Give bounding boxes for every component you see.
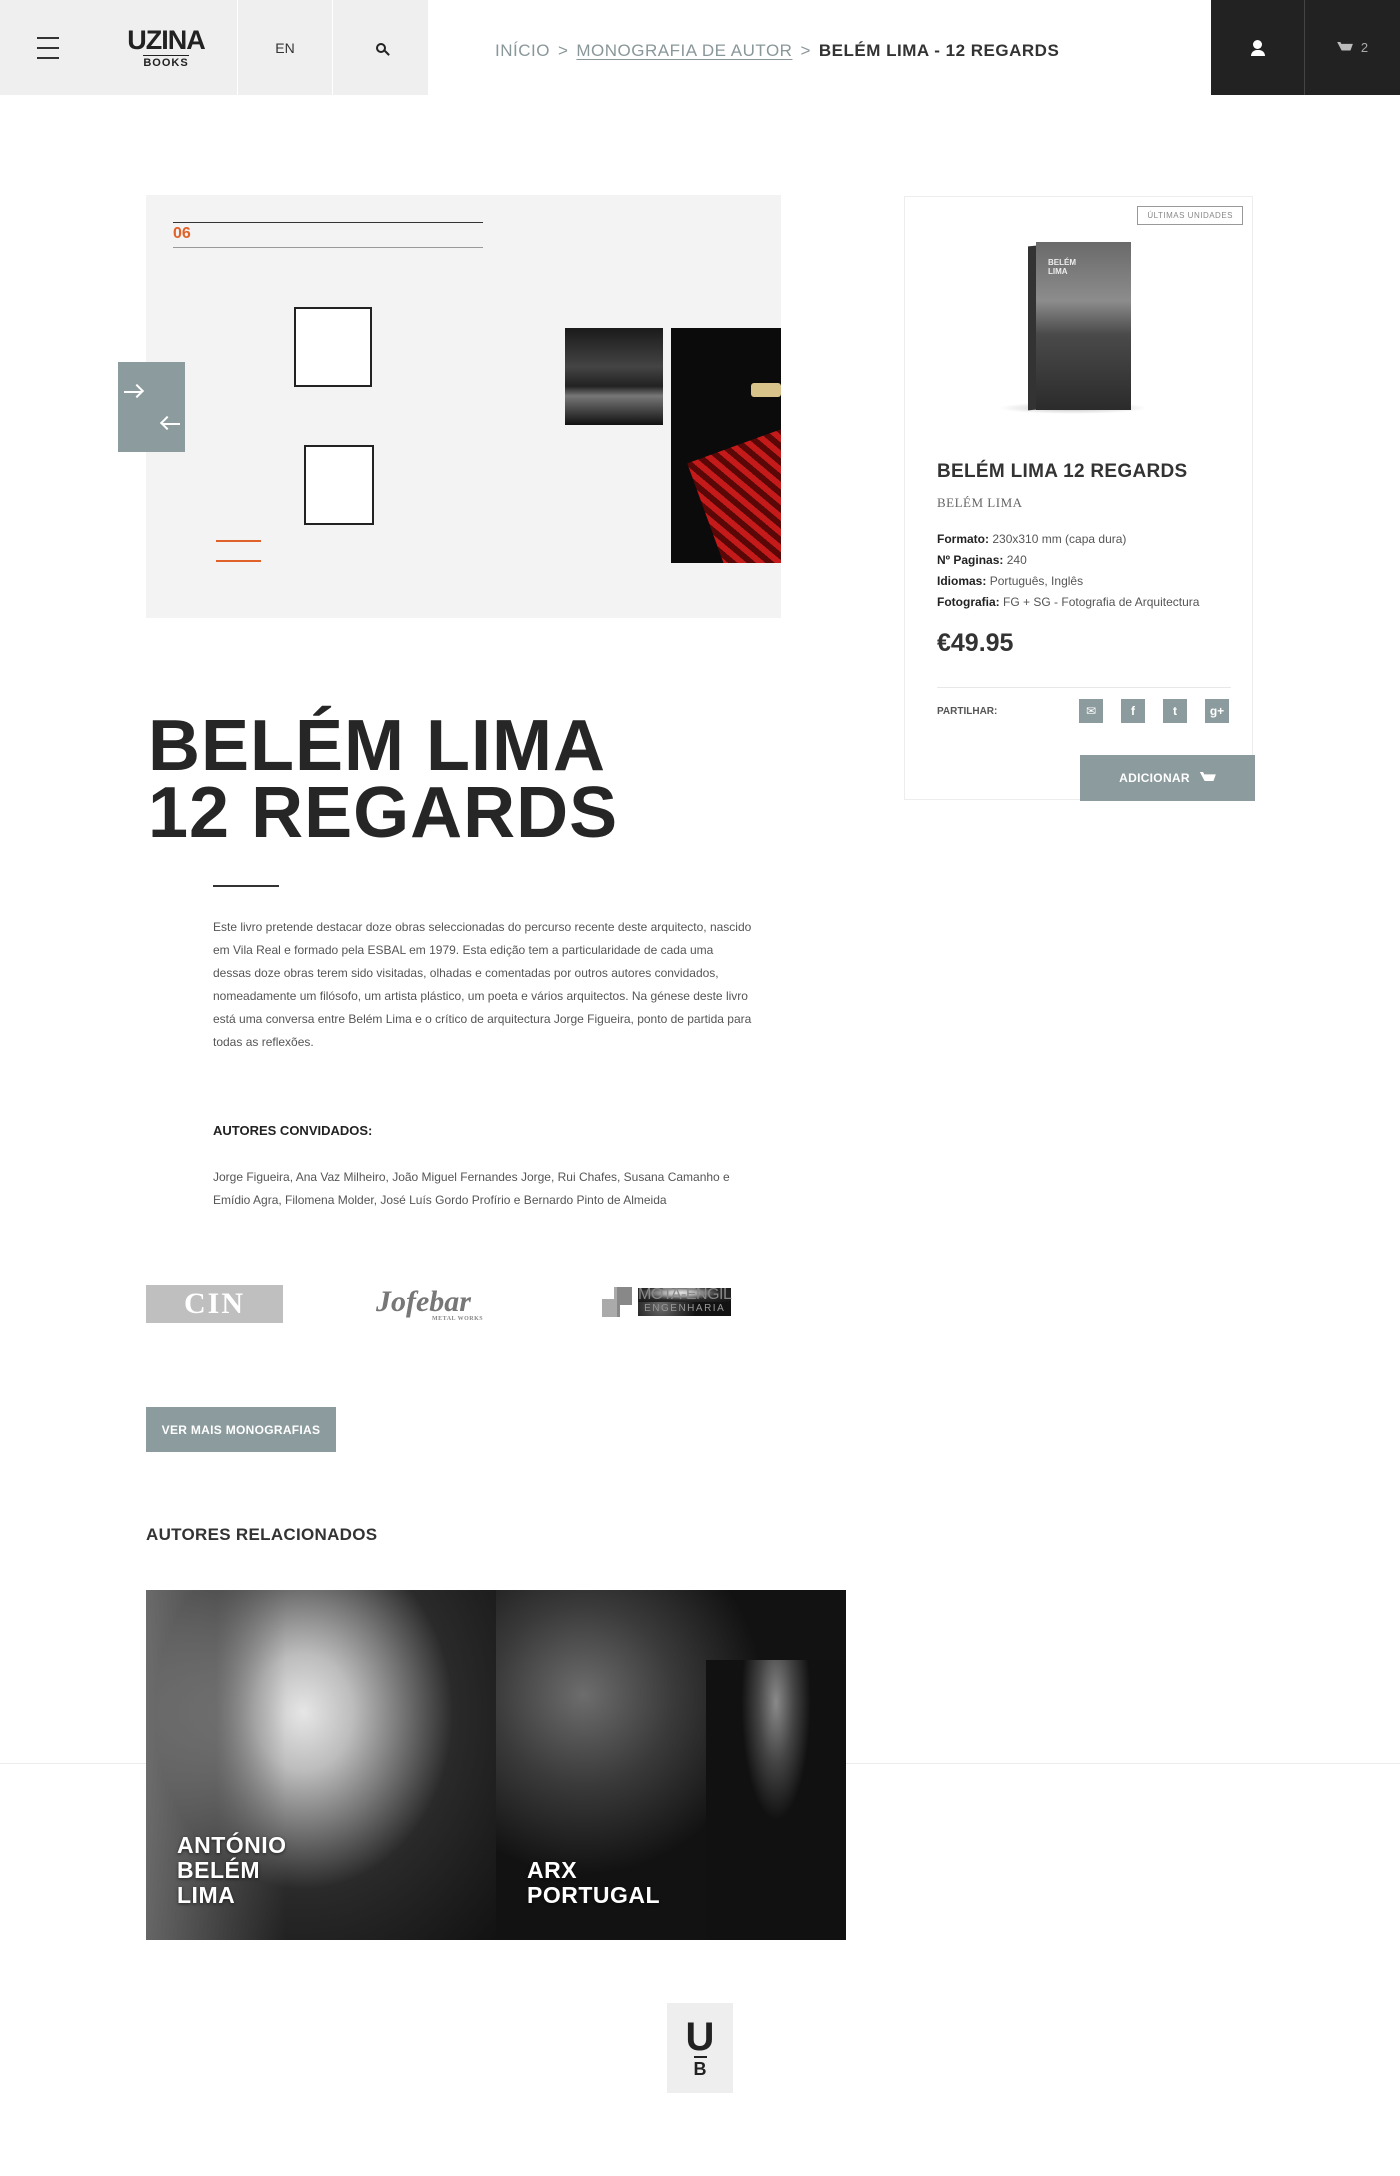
breadcrumb: INÍCIO > MONOGRAFIA DE AUTOR > BELÉM LIM… <box>495 41 1059 61</box>
mail-icon[interactable]: ✉ <box>1079 699 1103 723</box>
spec-row: Nº Paginas: 240 <box>937 553 1027 567</box>
book-cover-image: BELÉM LIMA <box>998 242 1148 414</box>
authors-heading: AUTORES CONVIDADOS: <box>213 1123 373 1138</box>
title-line: BELÉM LIMA <box>148 706 606 786</box>
gallery-page-number: 06 <box>173 225 191 242</box>
page-title: BELÉM LIMA 12 REGARDS <box>148 706 619 853</box>
related-author-name: ARX PORTUGAL <box>527 1857 661 1908</box>
breadcrumb-separator: > <box>557 41 569 60</box>
product-title: BELÉM LIMA 12 REGARDS <box>937 461 1188 482</box>
floor-plan-drawing <box>304 445 374 525</box>
product-price: €49.95 <box>937 629 1014 657</box>
sponsor-sub: ENGENHARIA <box>638 1302 732 1316</box>
gallery-nav[interactable] <box>118 362 185 452</box>
footer-logo[interactable]: U B <box>667 2003 733 2093</box>
spec-row: Formato: 230x310 mm (capa dura) <box>937 532 1127 546</box>
cart-count: 2 <box>1360 40 1369 55</box>
related-author-name: ANTÓNIO BELÉM LIMA <box>177 1832 287 1908</box>
book-description: Este livro pretende destacar doze obras … <box>213 920 752 1049</box>
cart-icon <box>1336 41 1353 51</box>
stock-badge: ÚLTIMAS UNIDADES <box>1137 206 1243 225</box>
book-gallery[interactable]: 06 <box>146 195 781 618</box>
title-rule <box>213 885 279 887</box>
authors-list: Jorge Figueira, Ana Vaz Milheiro, João M… <box>213 1170 730 1207</box>
sponsor-motaengil-logo: MOTA-ENGIL ENGENHARIA <box>602 1280 742 1324</box>
logo-main: UZINA <box>127 24 205 55</box>
title-line: 12 REGARDS <box>148 773 619 853</box>
menu-button[interactable] <box>0 0 95 95</box>
theatre-photo <box>565 328 663 425</box>
product-specs: Formato: 230x310 mm (capa dura) Nº Pagin… <box>937 529 1199 613</box>
gallery-rule <box>173 247 483 248</box>
related-author-card[interactable]: ARX PORTUGAL <box>496 1590 846 1940</box>
cart-button[interactable]: 2 <box>1305 0 1400 95</box>
sponsor-sub: METAL WORKS <box>432 1316 484 1322</box>
sponsor-name: MOTA-ENGIL <box>638 1286 732 1303</box>
logo-sub: BOOKS <box>143 54 189 69</box>
sponsor-cin-logo: CIN <box>146 1285 283 1323</box>
motaengil-mark-icon <box>602 1287 632 1317</box>
related-author-card[interactable]: ANTÓNIO BELÉM LIMA <box>146 1590 496 1940</box>
product-card: ÚLTIMAS UNIDADES BELÉM LIMA BELÉM LIMA 12… <box>904 196 1255 801</box>
sponsor-jofebar-logo: Jofebar METAL WORKS <box>376 1280 511 1324</box>
breadcrumb-separator: > <box>800 41 811 60</box>
add-to-cart-button[interactable]: ADICIONAR <box>1080 755 1255 801</box>
user-icon <box>1250 39 1265 56</box>
cover-text: LIMA <box>1048 267 1068 276</box>
footer-logo-b: B <box>693 2056 707 2078</box>
gallery-red-note <box>216 540 261 562</box>
site-logo[interactable]: UZINA BOOKS <box>95 0 238 95</box>
theatre-seats-photo <box>671 328 781 563</box>
menu-icon <box>36 33 59 63</box>
breadcrumb-home[interactable]: INÍCIO <box>495 41 550 61</box>
add-to-cart-label: ADICIONAR <box>1119 771 1190 785</box>
arrow-left-icon[interactable] <box>162 423 180 425</box>
spec-row: Idiomas: Português, Inglês <box>937 574 1084 588</box>
cart-icon <box>1199 772 1216 781</box>
sponsor-name: Jofebar <box>376 1285 471 1318</box>
floor-plan-drawing <box>294 307 372 387</box>
divider <box>937 687 1231 688</box>
share-label: PARTILHAR: <box>937 706 998 717</box>
gallery-rule <box>173 222 483 223</box>
footer-logo-u: U <box>685 2015 715 2059</box>
breadcrumb-category[interactable]: MONOGRAFIA DE AUTOR <box>576 41 792 61</box>
facebook-icon[interactable]: f <box>1121 699 1145 723</box>
product-author: BELÉM LIMA <box>937 495 1023 510</box>
arrow-right-icon[interactable] <box>124 391 142 393</box>
cover-text: BELÉM <box>1048 258 1076 267</box>
related-authors-heading: AUTORES RELACIONADOS <box>146 1525 378 1544</box>
share-buttons: ✉ f t g+ <box>1079 699 1229 723</box>
twitter-icon[interactable]: t <box>1163 699 1187 723</box>
account-button[interactable] <box>1211 0 1305 95</box>
spec-row: Fotografia: FG + SG - Fotografia de Arqu… <box>937 595 1200 609</box>
language-switch[interactable]: EN <box>238 0 333 95</box>
search-icon <box>375 42 386 53</box>
googleplus-icon[interactable]: g+ <box>1205 699 1229 723</box>
more-monographs-button[interactable]: VER MAIS MONOGRAFIAS <box>146 1407 336 1452</box>
breadcrumb-current: BELÉM LIMA - 12 REGARDS <box>818 41 1060 60</box>
search-button[interactable] <box>333 0 428 95</box>
